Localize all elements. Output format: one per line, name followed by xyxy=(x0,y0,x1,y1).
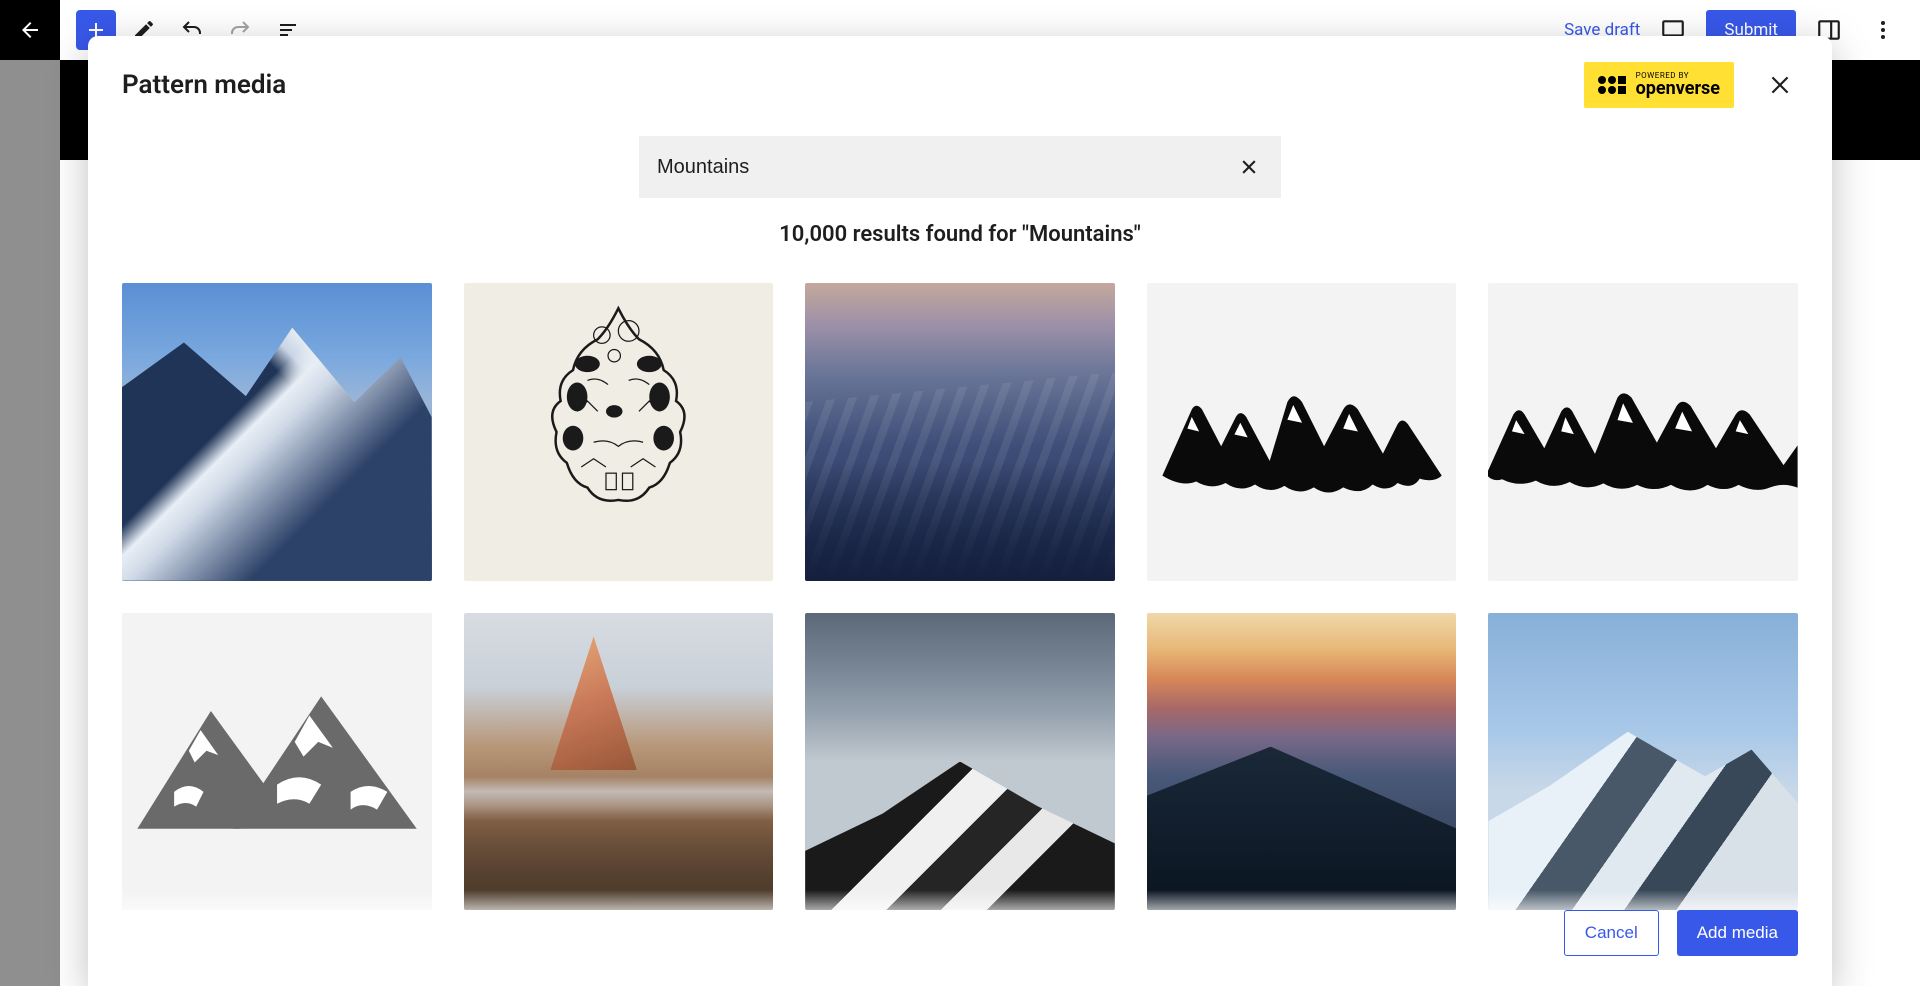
media-item[interactable] xyxy=(1147,283,1457,581)
media-grid xyxy=(122,283,1798,910)
search-input[interactable] xyxy=(657,156,1223,179)
media-item[interactable] xyxy=(1147,613,1457,911)
openverse-badge: POWERED BY openverse xyxy=(1584,62,1734,108)
mountain-icon xyxy=(130,689,424,836)
pattern-media-modal: Pattern media POWERED BY openverse xyxy=(88,36,1832,986)
cancel-button[interactable]: Cancel xyxy=(1564,910,1659,956)
results-count: 10,000 results found for "Mountains" xyxy=(88,222,1832,247)
modal-footer: Cancel Add media xyxy=(88,890,1832,986)
openverse-logo-icon xyxy=(1598,76,1626,94)
media-item[interactable] xyxy=(1488,283,1798,581)
close-icon xyxy=(1767,72,1793,98)
media-item[interactable] xyxy=(464,283,774,581)
media-item[interactable] xyxy=(805,283,1115,581)
search-box xyxy=(639,136,1281,198)
clear-search-button[interactable] xyxy=(1235,153,1263,181)
modal-title: Pattern media xyxy=(122,70,286,100)
openverse-name: openverse xyxy=(1636,80,1720,98)
media-item[interactable] xyxy=(122,283,432,581)
illustration-icon xyxy=(510,298,727,566)
close-icon xyxy=(1239,157,1259,177)
mountain-silhouette-icon xyxy=(1155,358,1449,505)
media-item[interactable] xyxy=(464,613,774,911)
media-item[interactable] xyxy=(805,613,1115,911)
add-media-button[interactable]: Add media xyxy=(1677,910,1798,956)
mountain-silhouette-icon xyxy=(1488,361,1798,502)
media-item[interactable] xyxy=(122,613,432,911)
close-modal-button[interactable] xyxy=(1762,67,1798,103)
media-item[interactable] xyxy=(1488,613,1798,911)
